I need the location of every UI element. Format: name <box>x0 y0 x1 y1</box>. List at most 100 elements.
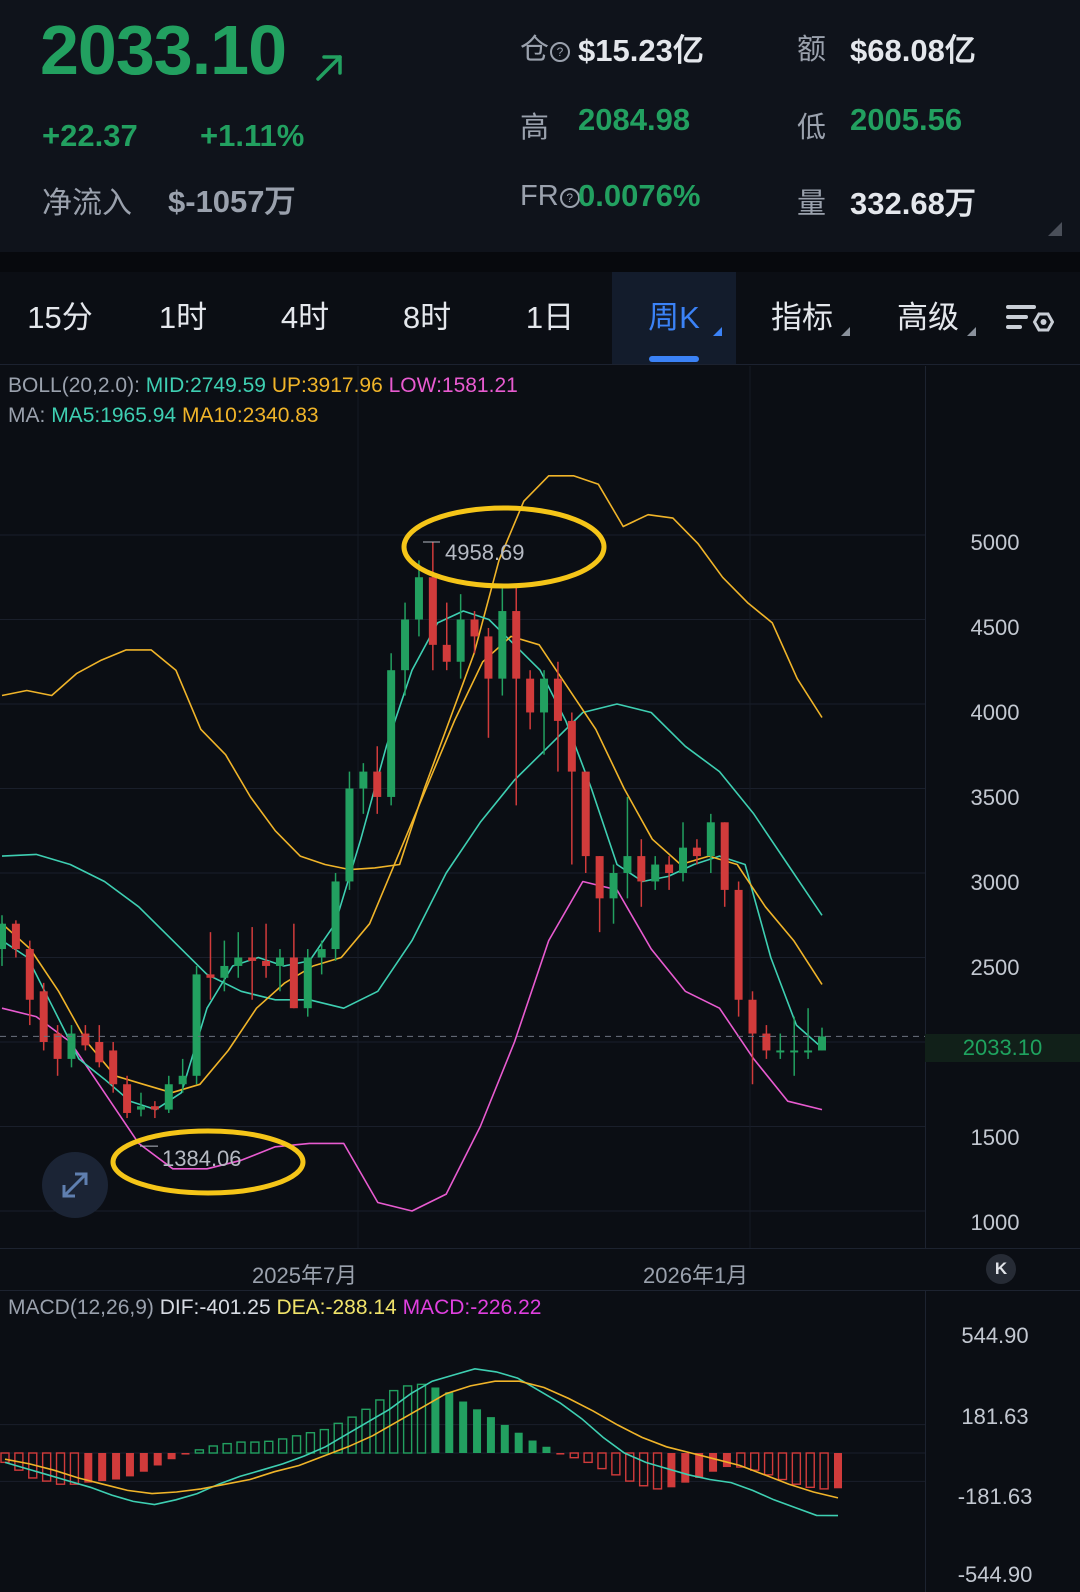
low-annotation: 1384.06 <box>162 1146 242 1171</box>
x-axis-tick: 2025年7月 <box>252 1263 358 1288</box>
candle-body <box>414 577 423 620</box>
macd-y-tick: 544.90 <box>961 1323 1029 1348</box>
macd-histogram-bar <box>69 1452 80 1485</box>
turnover-value: $68.08亿 <box>850 33 976 68</box>
candle-body <box>39 991 48 1042</box>
macd-histogram-bar <box>305 1432 316 1454</box>
turnover-label: 额 <box>797 34 827 66</box>
macd-chart[interactable] <box>0 1330 925 1590</box>
macd-histogram-bar <box>514 1432 523 1453</box>
macd-histogram-bar <box>98 1453 107 1482</box>
tab-1h[interactable]: 1时 <box>123 272 243 364</box>
macd-histogram-bar <box>139 1453 148 1472</box>
expand-button[interactable] <box>42 1152 108 1218</box>
open-interest-label[interactable]: 仓? <box>520 26 571 68</box>
y-axis-tick: 1000 <box>970 1210 1020 1235</box>
candle-body <box>81 1033 90 1046</box>
candle-body <box>123 1084 132 1113</box>
candle-body <box>262 960 271 966</box>
macd-y-tick: -181.63 <box>957 1484 1033 1509</box>
net-inflow-value: $-1057万 <box>168 184 296 219</box>
candle-body <box>150 1106 159 1110</box>
tab-label: 周K <box>648 300 700 335</box>
macd-histogram-bar <box>84 1453 93 1483</box>
candle-body <box>512 611 521 679</box>
macd-histogram-bar <box>777 1452 788 1481</box>
y-axis-tick: 5000 <box>970 530 1020 555</box>
tab-8h[interactable]: 8时 <box>367 272 487 364</box>
candle-body <box>581 771 590 857</box>
net-inflow-label: 净流入 <box>42 187 132 220</box>
candle-body <box>484 636 493 679</box>
candle-body <box>275 957 284 966</box>
low-label: 低 <box>797 112 827 144</box>
macd-histogram-bar <box>500 1424 509 1453</box>
candle-body <box>470 619 479 637</box>
volume-label: 量 <box>797 188 827 220</box>
macd-histogram-bar <box>583 1452 593 1464</box>
y-axis-tick: 3000 <box>970 870 1020 895</box>
y-axis-tick: 2500 <box>970 955 1020 980</box>
macd-histogram-bar <box>569 1452 579 1459</box>
timeframe-tab-bar: 15分 1时 4时 8时 1日 周K 指标 高级 <box>0 272 1080 365</box>
candle-body <box>748 999 757 1034</box>
open-interest-value: $15.23亿 <box>578 33 704 68</box>
macd-histogram-bar <box>556 1453 565 1455</box>
tab-15min[interactable]: 15分 <box>0 272 120 364</box>
high-label: 高 <box>520 112 550 144</box>
candle-body <box>234 957 243 966</box>
macd-histogram-bar <box>319 1428 330 1454</box>
price-chart[interactable] <box>0 366 925 1248</box>
macd-histogram-bar <box>834 1453 842 1489</box>
candle-body <box>651 864 660 882</box>
open-interest-label-text: 仓 <box>520 34 550 66</box>
funding-rate-label-text: FR <box>520 180 559 212</box>
chart-settings-icon[interactable] <box>1004 300 1054 340</box>
candle-body <box>164 1084 173 1110</box>
info-icon[interactable]: ? <box>550 42 571 62</box>
y-axis-tick: 4500 <box>970 615 1020 640</box>
tab-1d[interactable]: 1日 <box>490 272 610 364</box>
high-value: 2084.98 <box>578 102 691 137</box>
candle-body <box>401 619 410 671</box>
info-icon[interactable]: ? <box>559 188 580 208</box>
candle-body <box>609 873 618 899</box>
candle-body <box>11 923 20 950</box>
macd-y-tick: -544.90 <box>957 1562 1033 1587</box>
tab-4h[interactable]: 4时 <box>245 272 365 364</box>
collapse-icon[interactable]: K <box>986 1254 1016 1284</box>
chart-divider <box>0 1290 1080 1291</box>
candle-body <box>679 847 688 873</box>
candle-body <box>53 1033 62 1059</box>
candle-body <box>776 1050 785 1053</box>
candle-body <box>623 856 632 873</box>
candle-body <box>665 864 674 873</box>
macd-histogram-bar <box>791 1452 802 1485</box>
y-axis-tick: 4000 <box>970 700 1020 725</box>
macd-histogram-bar <box>819 1452 829 1490</box>
funding-rate-label[interactable]: FR? <box>520 180 580 213</box>
candle-body <box>25 949 34 1000</box>
macd-dif-line <box>4 1367 839 1517</box>
tab-weekly[interactable]: 周K <box>612 272 736 364</box>
axis-divider <box>925 366 926 1248</box>
macd-histogram-bar <box>0 1452 10 1464</box>
y-axis-tick: 3500 <box>970 785 1020 810</box>
candle-body <box>818 1036 826 1051</box>
tab-indicators[interactable]: 指标 <box>740 272 864 364</box>
macd-histogram-bar <box>597 1452 607 1470</box>
macd-histogram-bar <box>445 1392 454 1453</box>
trend-up-arrow-icon <box>316 55 342 81</box>
series-line-low <box>1 880 823 1212</box>
series-line-ma5 <box>1 610 823 1111</box>
macd-histogram-bar <box>652 1452 663 1490</box>
candle-body <box>804 1050 813 1053</box>
macd-histogram-bar <box>347 1416 357 1454</box>
tab-advanced[interactable]: 高级 <box>866 272 990 364</box>
macd-histogram-bar <box>112 1453 121 1480</box>
candle-body <box>387 670 396 797</box>
high-annotation: 4958.69 <box>445 540 525 565</box>
candle-body <box>428 577 437 645</box>
price-change-percent: +1.11% <box>200 118 305 153</box>
candle-body <box>734 889 743 1000</box>
